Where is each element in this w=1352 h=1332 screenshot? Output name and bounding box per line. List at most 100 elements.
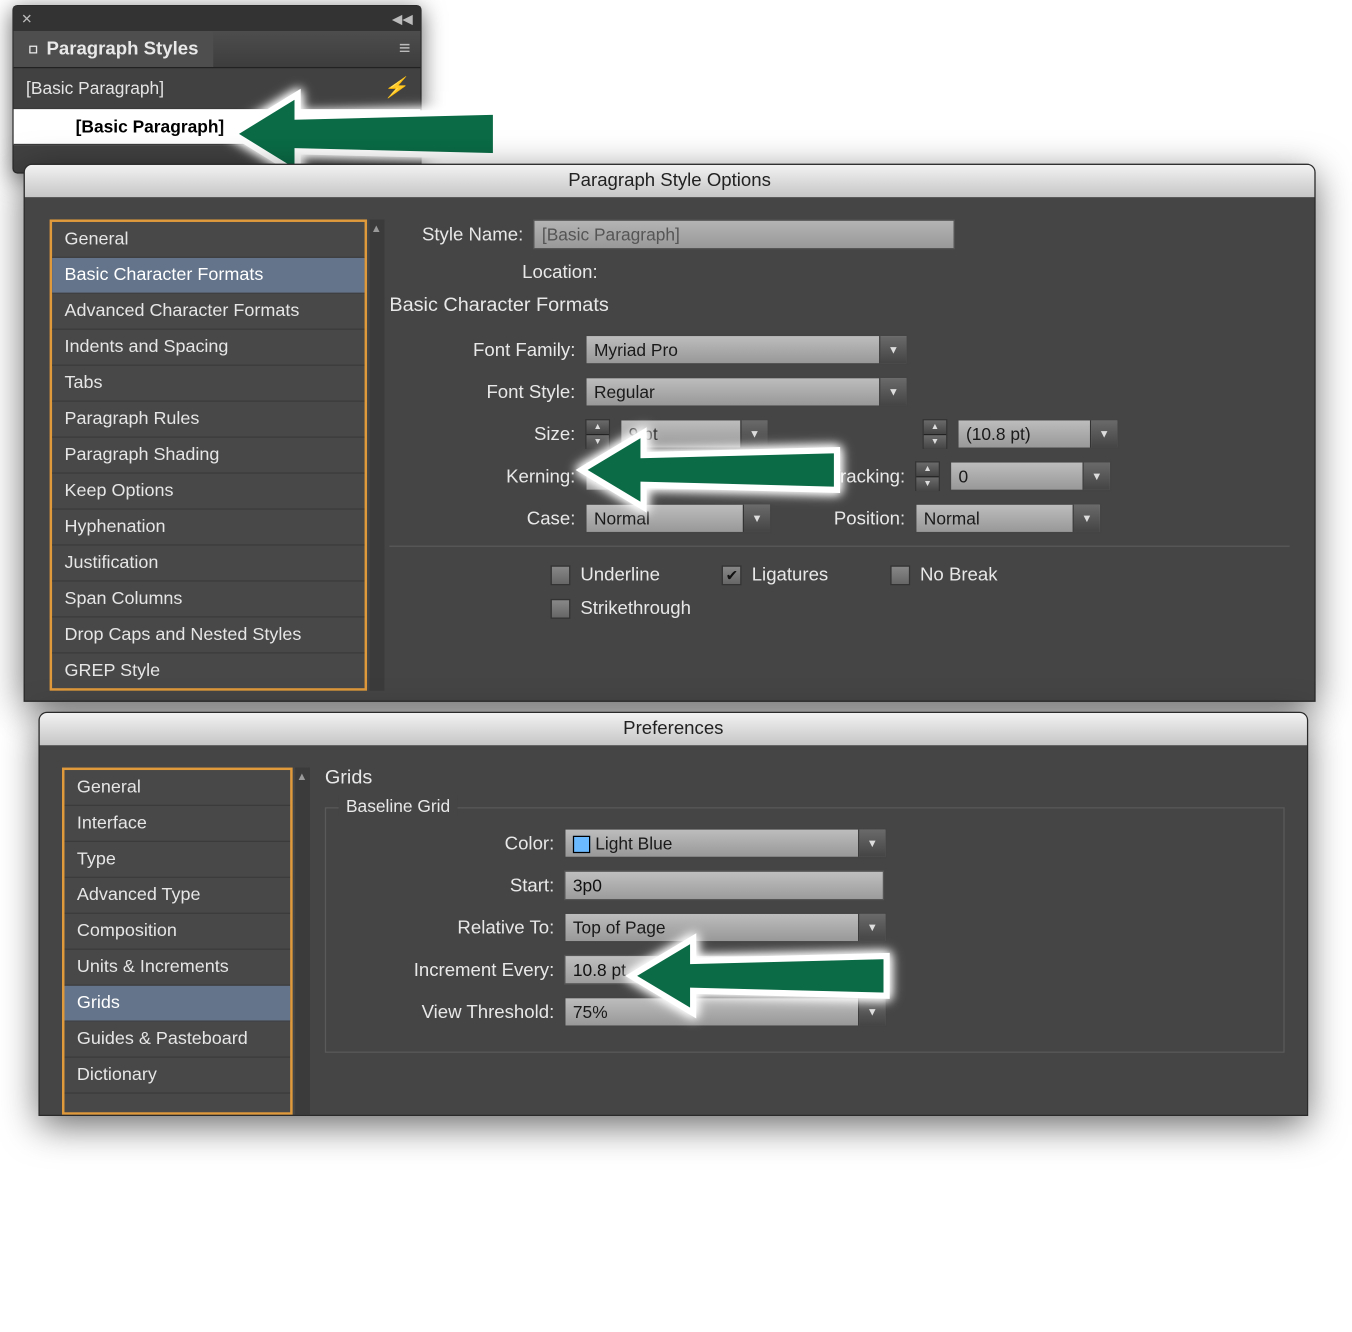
category-item[interactable]: Keep Options [52, 474, 364, 510]
color-label: Color: [346, 833, 554, 854]
color-value: Light Blue [565, 833, 858, 853]
chevron-down-icon: ▼ [858, 998, 885, 1025]
style-name-field[interactable] [533, 219, 955, 249]
paragraph-styles-panel: ✕ ◀◀ ◇ Paragraph Styles ≡ [Basic Paragra… [12, 5, 421, 174]
checkbox-icon: ✔ [722, 565, 742, 585]
panel-topbar: ✕ ◀◀ [14, 6, 421, 31]
category-item[interactable]: Guides & Pasteboard [64, 1022, 290, 1058]
threshold-dropdown[interactable]: 75% ▼ [564, 997, 886, 1027]
leading-dropdown[interactable]: (10.8 pt) ▼ [957, 419, 1118, 449]
category-item[interactable]: Composition [64, 914, 290, 950]
chevron-down-icon: ▼ [740, 420, 767, 447]
chevron-down-icon: ▼ [743, 463, 770, 490]
checkbox-icon [890, 565, 910, 585]
category-item[interactable]: Span Columns [52, 582, 364, 618]
category-list[interactable]: GeneralBasic Character FormatsAdvanced C… [50, 219, 367, 690]
section-heading: Basic Character Formats [389, 295, 1289, 317]
tracking-label: Tracking: [781, 466, 905, 487]
panel-tab-label: Paragraph Styles [46, 38, 198, 59]
scrollbar[interactable] [370, 219, 385, 690]
tab-paragraph-styles[interactable]: ◇ Paragraph Styles [14, 31, 214, 67]
location-label: Location: [389, 262, 597, 283]
category-item[interactable]: Basic Character Formats [52, 258, 364, 294]
category-item[interactable]: Grids [64, 986, 290, 1022]
position-label: Position: [781, 508, 905, 529]
start-label: Start: [346, 875, 554, 896]
panel-menu-icon[interactable]: ≡ [389, 38, 420, 60]
close-icon[interactable]: ✕ [21, 11, 32, 27]
size-value: 9 pt [621, 424, 740, 444]
tracking-dropdown[interactable]: 0 ▼ [950, 461, 1111, 491]
category-item[interactable]: Drop Caps and Nested Styles [52, 618, 364, 654]
paragraph-style-options-dialog: Paragraph Style Options GeneralBasic Cha… [25, 165, 1315, 701]
checkbox-icon [551, 598, 571, 618]
category-item[interactable]: Type [64, 842, 290, 878]
kerning-dropdown[interactable]: Metrics ▼ [585, 461, 771, 491]
increment-label: Increment Every: [346, 959, 554, 980]
style-row-root[interactable]: [Basic Paragraph] ⚡ [14, 68, 421, 109]
style-row-selected[interactable]: [Basic Paragraph] [14, 109, 421, 145]
size-label: Size: [389, 423, 575, 444]
kerning-label: Kerning: [389, 466, 575, 487]
collapse-icon[interactable]: ◀◀ [392, 11, 413, 27]
category-item[interactable]: Advanced Type [64, 878, 290, 914]
font-style-dropdown[interactable]: Regular ▼ [585, 377, 907, 407]
relative-dropdown[interactable]: Top of Page ▼ [564, 913, 886, 943]
case-label: Case: [389, 508, 575, 529]
style-root-label: [Basic Paragraph] [26, 78, 164, 98]
quick-apply-icon[interactable]: ⚡ [383, 76, 408, 101]
ligatures-label: Ligatures [752, 564, 829, 585]
prefs-dialog-title: Preferences [40, 713, 1307, 745]
nobreak-checkbox[interactable]: No Break [890, 564, 997, 585]
threshold-label: View Threshold: [346, 1001, 554, 1022]
chevron-down-icon: ▼ [1073, 505, 1100, 532]
category-item[interactable]: Hyphenation [52, 510, 364, 546]
font-family-dropdown[interactable]: Myriad Pro ▼ [585, 335, 907, 365]
category-item[interactable]: Units & Increments [64, 950, 290, 986]
leading-value: (10.8 pt) [959, 424, 1090, 444]
category-item[interactable]: Interface [64, 806, 290, 842]
tracking-stepper[interactable]: ▲▼ [915, 461, 940, 491]
nobreak-label: No Break [920, 564, 998, 585]
case-dropdown[interactable]: Normal ▼ [585, 503, 771, 533]
ligatures-checkbox[interactable]: ✔ Ligatures [722, 564, 828, 585]
category-item[interactable]: Paragraph Shading [52, 438, 364, 474]
underline-checkbox[interactable]: Underline [551, 564, 660, 585]
chevron-down-icon: ▼ [858, 830, 885, 857]
position-value: Normal [916, 508, 1072, 528]
leading-stepper[interactable]: ▲▼ [923, 419, 948, 449]
category-item[interactable]: Tabs [52, 366, 364, 402]
start-field[interactable] [564, 870, 884, 900]
fieldset-legend: Baseline Grid [339, 796, 458, 816]
category-item[interactable]: Paragraph Rules [52, 402, 364, 438]
size-stepper[interactable]: ▲▼ [585, 419, 610, 449]
chevron-down-icon: ▼ [879, 336, 906, 363]
category-item[interactable]: Indents and Spacing [52, 330, 364, 366]
preferences-dialog: Preferences GeneralInterfaceTypeAdvanced… [40, 713, 1307, 1115]
category-item[interactable]: Advanced Character Formats [52, 294, 364, 330]
font-style-label: Font Style: [389, 381, 575, 402]
increment-field[interactable] [564, 955, 884, 985]
font-style-value: Regular [587, 382, 880, 402]
scrollbar[interactable] [295, 768, 310, 1115]
checkbox-icon [551, 565, 571, 585]
font-family-label: Font Family: [389, 339, 575, 360]
position-dropdown[interactable]: Normal ▼ [915, 503, 1101, 533]
strikethrough-checkbox[interactable]: Strikethrough [551, 598, 691, 619]
category-item[interactable]: GREP Style [52, 653, 364, 689]
threshold-value: 75% [565, 1002, 858, 1022]
chevron-down-icon: ▼ [1083, 463, 1110, 490]
category-item[interactable]: General [64, 770, 290, 806]
category-item[interactable]: Dictionary [64, 1058, 290, 1094]
prefs-category-list[interactable]: GeneralInterfaceTypeAdvanced TypeComposi… [62, 768, 293, 1115]
tracking-value: 0 [951, 466, 1082, 486]
chevron-down-icon: ▼ [743, 505, 770, 532]
underline-label: Underline [580, 564, 660, 585]
baseline-grid-fieldset: Baseline Grid Color: Light Blue ▼ Start:… [325, 807, 1285, 1053]
diamond-icon: ◇ [24, 40, 43, 59]
category-item[interactable]: Justification [52, 546, 364, 582]
prefs-section-heading: Grids [325, 768, 1285, 790]
color-dropdown[interactable]: Light Blue ▼ [564, 828, 886, 858]
category-item[interactable]: General [52, 222, 364, 258]
size-dropdown[interactable]: 9 pt ▼ [620, 419, 769, 449]
